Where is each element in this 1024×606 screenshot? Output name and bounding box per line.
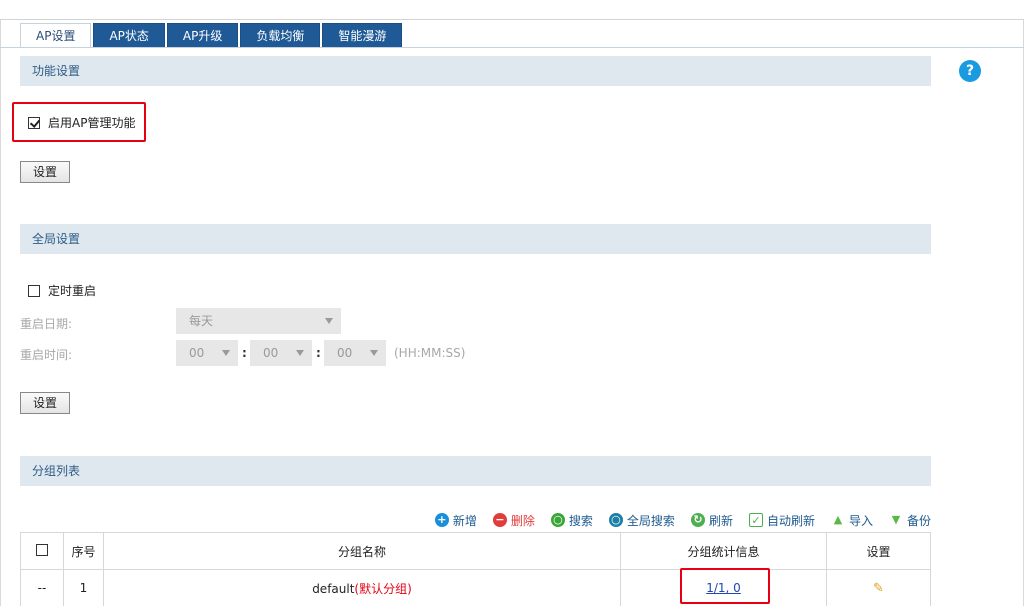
tab-divider — [0, 47, 1024, 48]
table-header-row: 序号 分组名称 分组统计信息 设置 — [20, 532, 931, 570]
refresh-button[interactable]: ↻ 刷新 — [690, 512, 733, 529]
tab-ap-settings[interactable]: AP设置 — [20, 23, 92, 48]
select-all-cell[interactable] — [20, 532, 64, 570]
function-set-button[interactable]: 设置 — [20, 161, 71, 183]
reboot-date-value: 每天 — [189, 314, 214, 328]
select-all-checkbox[interactable] — [36, 543, 48, 556]
tab-load-balance[interactable]: 负载均衡 — [240, 23, 321, 48]
chevron-down-icon — [370, 350, 378, 356]
add-button[interactable]: + 新增 — [434, 512, 477, 529]
chevron-down-icon — [325, 318, 333, 324]
function-settings-header: 功能设置 — [20, 56, 931, 86]
time-format-hint: (HH:MM:SS) — [394, 346, 466, 360]
reboot-date-label: 重启日期: — [20, 317, 73, 331]
auto-refresh-button[interactable]: ✓ 自动刷新 — [748, 512, 815, 529]
enable-ap-mgmt-label: 启用AP管理功能 — [48, 116, 136, 130]
delete-icon: − — [492, 513, 507, 527]
global-search-label: 全局搜索 — [626, 513, 675, 528]
index-header: 序号 — [63, 532, 104, 570]
settings-header: 设置 — [826, 532, 931, 570]
group-stats-header: 分组统计信息 — [620, 532, 827, 570]
time-colon: : — [242, 346, 247, 360]
import-button[interactable]: ▲ 导入 — [831, 512, 873, 529]
refresh-label: 刷新 — [708, 513, 733, 528]
row-index-cell: 1 — [63, 569, 104, 606]
time-colon: : — [316, 346, 321, 360]
import-label: 导入 — [848, 513, 873, 528]
reboot-time-label: 重启时间: — [20, 348, 73, 362]
tab-ap-status[interactable]: AP状态 — [93, 23, 165, 48]
group-toolbar: + 新增 − 删除 ○ 搜索 ○ 全局搜索 ↻ 刷新 ✓ 自动刷新 ▲ 导入 ▼… — [419, 511, 931, 529]
edit-pencil-icon[interactable]: ✎ — [873, 581, 884, 596]
group-table: 序号 分组名称 分组统计信息 设置 -- 1 default(默认分组) 1/1… — [20, 532, 931, 606]
tab-bar: AP设置 AP状态 AP升级 负载均衡 智能漫游 — [20, 23, 404, 48]
row-name-cell: default(默认分组) — [103, 569, 621, 606]
row-settings-cell: ✎ — [826, 569, 931, 606]
highlight-box-stats — [680, 568, 770, 604]
group-name-tag: (默认分组) — [354, 581, 412, 596]
search-button[interactable]: ○ 搜索 — [550, 512, 593, 529]
add-icon: + — [434, 513, 449, 527]
enable-ap-mgmt-checkbox[interactable]: 启用AP管理功能 — [28, 114, 135, 131]
search-label: 搜索 — [568, 513, 593, 528]
hour-select[interactable]: 00 — [176, 340, 238, 366]
second-value: 00 — [337, 346, 353, 360]
import-icon: ▲ — [833, 513, 843, 526]
backup-button[interactable]: ▼ 备份 — [889, 512, 931, 529]
global-search-button[interactable]: ○ 全局搜索 — [608, 512, 675, 529]
checkbox-unchecked-icon[interactable] — [28, 284, 40, 297]
chevron-down-icon — [222, 350, 230, 356]
tab-smart-roaming[interactable]: 智能漫游 — [322, 23, 403, 48]
auto-refresh-label: 自动刷新 — [766, 513, 815, 528]
refresh-icon: ↻ — [690, 513, 705, 527]
auto-refresh-icon: ✓ — [748, 513, 763, 527]
scheduled-reboot-checkbox[interactable]: 定时重启 — [28, 282, 96, 299]
top-bar — [0, 0, 1024, 20]
row-check-cell: -- — [20, 569, 64, 606]
reboot-date-select[interactable]: 每天 — [176, 308, 341, 334]
tab-ap-upgrade[interactable]: AP升级 — [166, 23, 239, 48]
group-list-header: 分组列表 — [20, 456, 931, 486]
scheduled-reboot-label: 定时重启 — [48, 284, 97, 298]
minute-select[interactable]: 00 — [250, 340, 312, 366]
backup-label: 备份 — [906, 513, 931, 528]
add-label: 新增 — [452, 513, 477, 528]
table-row: -- 1 default(默认分组) 1/1, 0 ✎ — [20, 569, 931, 606]
global-settings-header: 全局设置 — [20, 224, 931, 254]
backup-icon: ▼ — [891, 513, 901, 526]
delete-button[interactable]: − 删除 — [492, 512, 535, 529]
search-icon: ○ — [550, 513, 565, 527]
minute-value: 00 — [263, 346, 279, 360]
group-name-header: 分组名称 — [103, 532, 621, 570]
group-name: default — [312, 581, 355, 596]
global-set-button[interactable]: 设置 — [20, 392, 71, 414]
checkbox-checked-icon[interactable] — [28, 116, 40, 129]
help-icon[interactable]: ? — [959, 60, 981, 82]
hour-value: 00 — [189, 346, 205, 360]
delete-label: 删除 — [510, 513, 535, 528]
chevron-down-icon — [296, 350, 304, 356]
second-select[interactable]: 00 — [324, 340, 386, 366]
global-search-icon: ○ — [608, 513, 623, 527]
